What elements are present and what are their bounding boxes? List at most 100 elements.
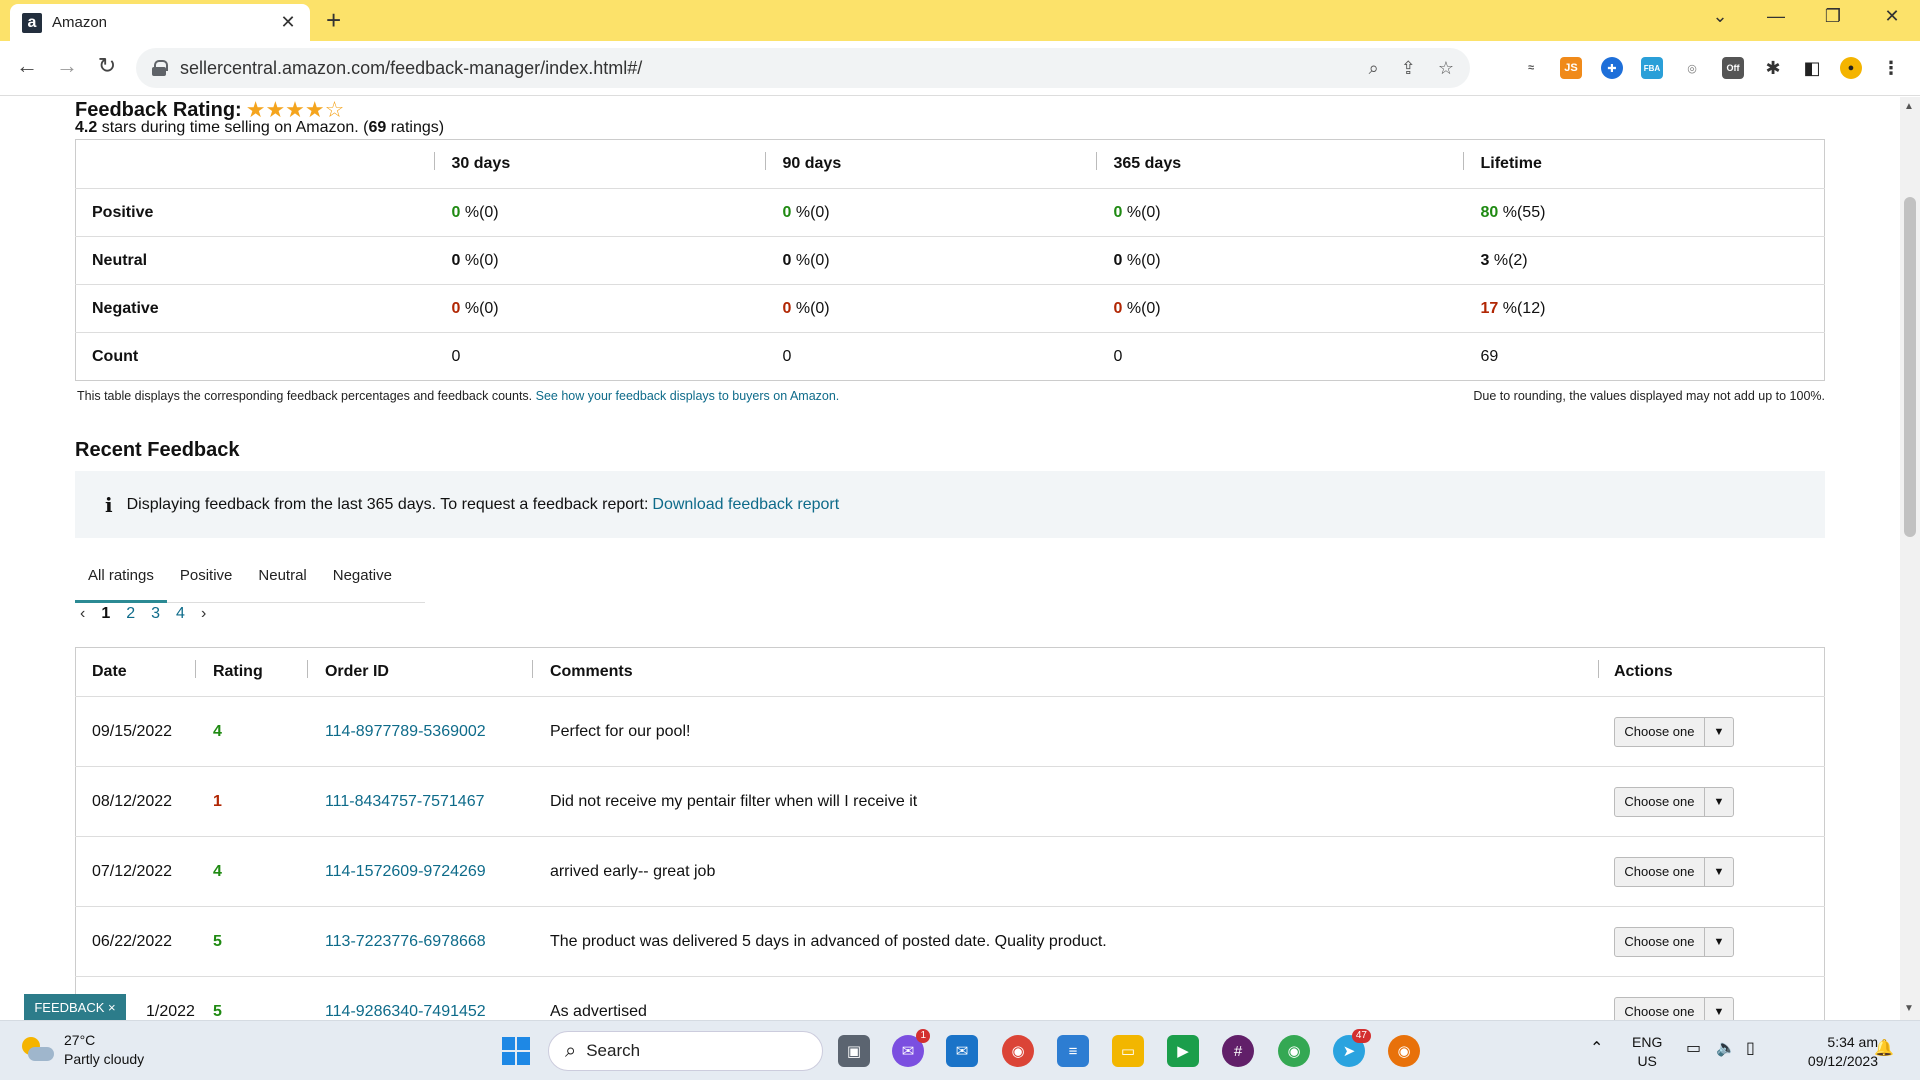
- minimize-button[interactable]: —: [1756, 6, 1796, 27]
- feedback-widget-button[interactable]: FEEDBACK ×: [24, 994, 126, 1021]
- weather-widget[interactable]: 27°C Partly cloudy: [20, 1031, 144, 1069]
- summary-cell: 0 %(0): [1095, 188, 1463, 237]
- side-panel-icon[interactable]: ◧: [1801, 57, 1823, 79]
- rating-subtitle: 4.2 stars during time selling on Amazon.…: [75, 119, 444, 137]
- windows-start-icon[interactable]: [500, 1035, 532, 1067]
- rounding-note: Due to rounding, the values displayed ma…: [1473, 389, 1825, 403]
- dropdown-label: Choose one: [1615, 857, 1705, 886]
- row-label: Negative: [75, 284, 434, 333]
- page-1[interactable]: 1: [101, 605, 110, 623]
- close-tab-icon[interactable]: ✕: [278, 12, 298, 33]
- tab-search-icon[interactable]: ⌄: [1700, 6, 1740, 27]
- download-report-link[interactable]: Download feedback report: [652, 496, 839, 514]
- pct-value: 80: [1480, 203, 1499, 221]
- col-header-date: Date: [92, 663, 127, 680]
- battery-icon[interactable]: ▯: [1746, 1039, 1755, 1058]
- extension-js-icon[interactable]: JS: [1560, 57, 1582, 79]
- url-text[interactable]: sellercentral.amazon.com/feedback-manage…: [180, 58, 1347, 79]
- telegram-icon[interactable]: ➤ 47: [1333, 1029, 1371, 1067]
- reload-icon[interactable]: ↻: [92, 53, 122, 79]
- summary-cell: 3 %(2): [1462, 236, 1825, 285]
- address-bar[interactable]: sellercentral.amazon.com/feedback-manage…: [136, 48, 1470, 88]
- comment-cell: Did not receive my pentair filter when w…: [531, 766, 1598, 837]
- close-icon[interactable]: ×: [108, 1000, 116, 1015]
- messenger-icon[interactable]: ✉ 1: [892, 1029, 930, 1067]
- buyer-display-link[interactable]: See how your feedback displays to buyers…: [536, 389, 840, 403]
- pagination: ‹ 1 2 3 4 ›: [80, 605, 222, 623]
- scrollbar-thumb[interactable]: [1904, 197, 1916, 537]
- chrome-icon[interactable]: ◉: [1002, 1035, 1034, 1067]
- pct-value: 17: [1480, 299, 1499, 317]
- zoom-icon[interactable]: ⌕: [1369, 58, 1379, 79]
- order-id-link[interactable]: 111-8434757-7571467: [306, 766, 532, 837]
- chevron-down-icon: ▼: [1713, 1005, 1725, 1018]
- extension-1-icon[interactable]: ≈: [1520, 57, 1542, 79]
- new-tab-button[interactable]: +: [326, 7, 341, 33]
- bookmark-star-icon[interactable]: ☆: [1438, 58, 1454, 79]
- scroll-down-icon[interactable]: ▼: [1904, 1003, 1914, 1014]
- order-id-link[interactable]: 114-1572609-9724269: [306, 836, 532, 907]
- extension-5-icon[interactable]: ◎: [1681, 57, 1703, 79]
- taskbar-search[interactable]: ⌕ Search: [548, 1031, 823, 1071]
- chevron-up-icon[interactable]: ⌃: [1590, 1039, 1603, 1058]
- page-scrollbar[interactable]: ▲ ▼: [1900, 97, 1920, 1020]
- scroll-up-icon[interactable]: ▲: [1904, 101, 1914, 112]
- restore-button[interactable]: ❐: [1813, 6, 1853, 27]
- volume-icon[interactable]: 🔈: [1716, 1039, 1736, 1058]
- clock[interactable]: 5:34 am 09/12/2023: [1792, 1033, 1878, 1071]
- forward-icon[interactable]: →: [52, 53, 82, 79]
- action-dropdown[interactable]: Choose one ▼: [1613, 996, 1734, 1020]
- count-cell: 0: [764, 332, 1096, 381]
- summary-cell: 80 %(55): [1462, 188, 1825, 237]
- browser-tab-amazon[interactable]: a Amazon ✕: [10, 4, 310, 41]
- chrome-profile-icon[interactable]: ◉: [1278, 1035, 1310, 1067]
- network-icon[interactable]: ▭: [1686, 1039, 1701, 1058]
- language-indicator[interactable]: ENG US: [1632, 1033, 1662, 1071]
- action-dropdown[interactable]: Choose one ▼: [1613, 926, 1734, 957]
- notepad-icon[interactable]: ≡: [1057, 1035, 1089, 1067]
- language-code: ENG: [1632, 1034, 1663, 1050]
- summary-cell: 0 %(0): [764, 236, 1096, 285]
- share-icon[interactable]: ⇪: [1401, 58, 1416, 79]
- file-explorer-icon[interactable]: ▭: [1112, 1035, 1144, 1067]
- chevron-down-icon: ▼: [1713, 795, 1725, 808]
- summary-header-row: 30 days 90 days 365 days Lifetime: [75, 139, 1825, 189]
- chrome-active-icon[interactable]: ◉: [1388, 1035, 1420, 1067]
- browser-toolbar: ← → ↻ sellercentral.amazon.com/feedback-…: [0, 41, 1920, 96]
- close-window-button[interactable]: ✕: [1872, 6, 1912, 27]
- extensions-puzzle-icon[interactable]: ✱: [1762, 57, 1784, 79]
- summary-cell: 0 %(0): [1095, 284, 1463, 333]
- page-4[interactable]: 4: [176, 605, 185, 623]
- order-id-link[interactable]: 114-8977789-5369002: [306, 696, 532, 767]
- table-row: 1/2022 5 114-9286340-7491452 As advertis…: [75, 976, 1825, 1020]
- profile-avatar-icon[interactable]: ●: [1840, 57, 1862, 79]
- mail-icon[interactable]: ✉: [946, 1035, 978, 1067]
- task-view-icon[interactable]: ▣: [838, 1035, 870, 1067]
- next-page-icon[interactable]: ›: [201, 605, 206, 623]
- tab-neutral[interactable]: Neutral: [245, 555, 319, 603]
- count-cell: 69: [1462, 332, 1825, 381]
- tab-all-ratings[interactable]: All ratings: [75, 555, 167, 603]
- action-dropdown[interactable]: Choose one ▼: [1613, 786, 1734, 817]
- page-3[interactable]: 3: [151, 605, 160, 623]
- date-text: 09/12/2023: [1807, 1053, 1878, 1069]
- actions-cell: Choose one ▼: [1597, 696, 1825, 767]
- google-meet-icon[interactable]: ▶: [1167, 1035, 1199, 1067]
- slack-icon[interactable]: #: [1222, 1035, 1254, 1067]
- action-dropdown[interactable]: Choose one ▼: [1613, 856, 1734, 887]
- tab-positive[interactable]: Positive: [167, 555, 246, 603]
- order-id-link[interactable]: 113-7223776-6978668: [306, 906, 532, 977]
- back-icon[interactable]: ←: [12, 53, 42, 79]
- order-id-link[interactable]: 114-9286340-7491452: [306, 976, 532, 1020]
- extension-fba-icon[interactable]: FBA: [1641, 57, 1663, 79]
- col-header-rating: Rating: [194, 648, 307, 697]
- prev-page-icon[interactable]: ‹: [80, 605, 85, 623]
- tab-negative[interactable]: Negative: [320, 555, 405, 603]
- menu-kebab-icon[interactable]: ⋮: [1880, 57, 1902, 79]
- extension-3-icon[interactable]: ✚: [1601, 57, 1623, 79]
- notification-bell-icon[interactable]: 🔔: [1874, 1039, 1894, 1058]
- rating-cell: 5: [194, 906, 307, 977]
- extension-off-icon[interactable]: Off: [1722, 57, 1744, 79]
- page-2[interactable]: 2: [126, 605, 135, 623]
- action-dropdown[interactable]: Choose one ▼: [1613, 716, 1734, 747]
